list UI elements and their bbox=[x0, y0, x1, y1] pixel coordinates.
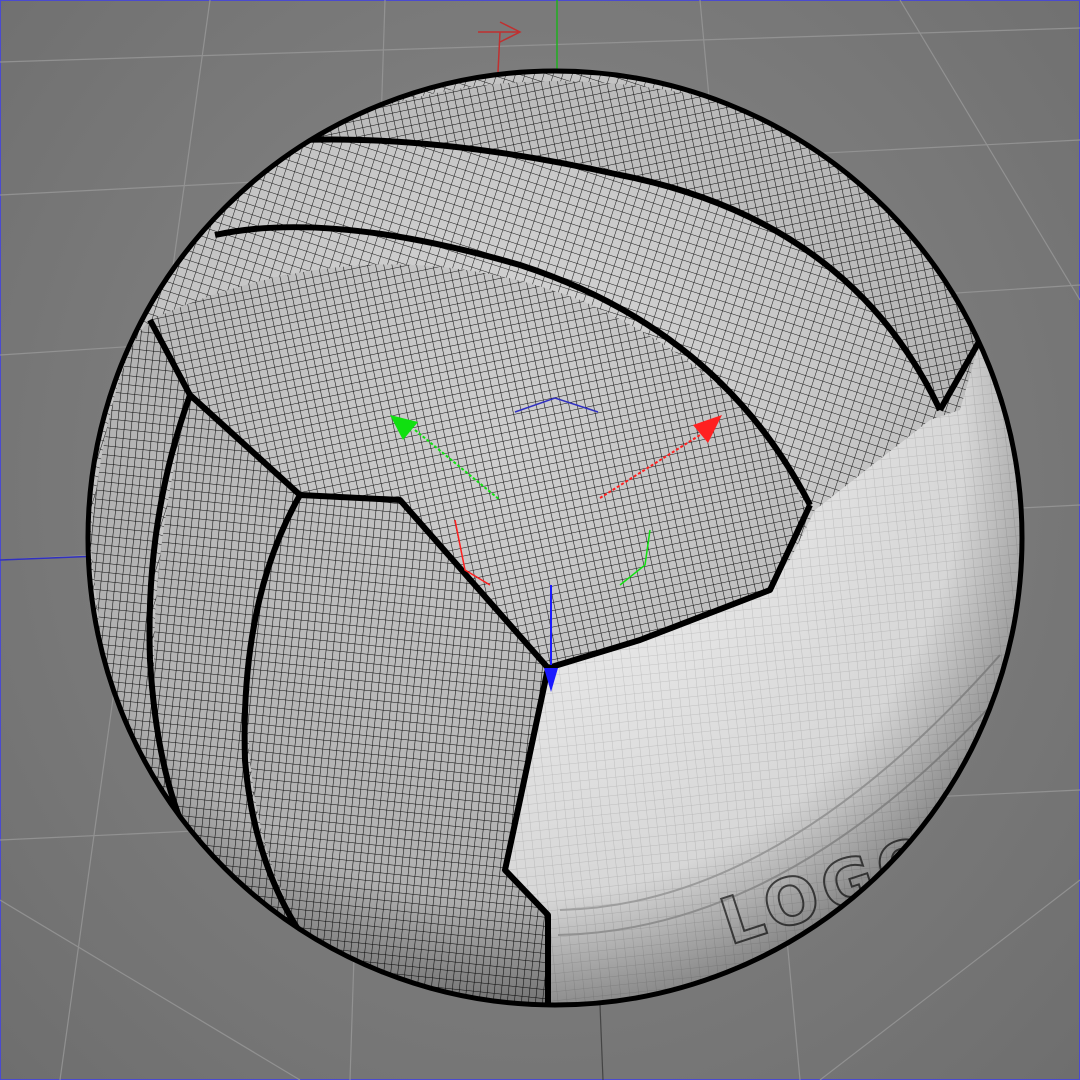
world-x-axis bbox=[0, 555, 101, 561]
3d-viewport[interactable]: LOGO bbox=[0, 0, 1080, 1080]
volleyball-model[interactable]: LOGO bbox=[80, 60, 1040, 1020]
viewport-scene[interactable]: LOGO bbox=[0, 0, 1080, 1080]
